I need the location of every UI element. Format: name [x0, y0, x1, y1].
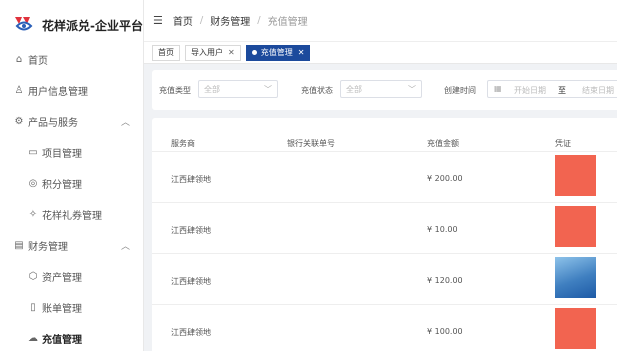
tab-label: 导入用户	[191, 48, 223, 57]
logo-icon	[15, 17, 33, 31]
sidebar-item-label: 项目管理	[42, 148, 82, 160]
chevron-up-icon: ︿	[120, 117, 130, 128]
recharge-icon: ☁	[28, 332, 38, 344]
amount-cell: ¥ 120.00	[427, 276, 463, 285]
sidebar-item-finance[interactable]: ▤ 财务管理 ︿	[0, 231, 144, 259]
breadcrumb-separator: /	[199, 15, 204, 26]
sidebar: 花样派兑-企业平台 ⌂ 首页 ♙ 用户信息管理 ⚙ 产品与服务 ︿ ▭ 项目管理…	[0, 0, 144, 351]
tab-import-users[interactable]: 导入用户 ✕	[185, 44, 241, 61]
end-date-input[interactable]: 结束日期	[582, 85, 614, 96]
breadcrumb-separator: /	[257, 15, 261, 26]
sidebar-item-points[interactable]: ◎ 积分管理	[0, 169, 144, 197]
recharge-status-label: 充值状态	[301, 86, 333, 95]
recharge-status-select[interactable]: 全部 ﹀	[340, 80, 422, 98]
sidebar-item-products[interactable]: ⚙ 产品与服务 ︿	[0, 107, 144, 135]
provider-cell: 江西肆领地	[171, 328, 211, 337]
amount-cell: ¥ 100.00	[427, 327, 463, 336]
breadcrumb-home[interactable]: 首页	[173, 13, 193, 28]
sidebar-item-user-info[interactable]: ♙ 用户信息管理	[0, 76, 144, 104]
sidebar-item-coupons[interactable]: ✧ 花样礼券管理	[0, 200, 144, 228]
provider-cell: 江西肆领地	[171, 277, 211, 286]
sidebar-item-label: 花样礼券管理	[42, 210, 102, 222]
tab-bar: 首页 导入用户 ✕ 充值管理 ✕	[144, 42, 617, 64]
voucher-image[interactable]	[555, 155, 596, 196]
menu-fold-icon[interactable]: ☰	[153, 14, 163, 27]
created-time-label: 创建时间	[444, 86, 476, 95]
tab-home[interactable]: 首页	[152, 44, 180, 61]
recharge-table: 服务商 银行关联单号 充值金额 凭证 江西肆领地 ¥ 200.00 江西肆领地 …	[152, 118, 617, 351]
sidebar-item-label: 积分管理	[42, 179, 82, 191]
bill-icon: ▯	[30, 301, 36, 313]
app-logo: 花样派兑-企业平台	[0, 0, 143, 50]
sidebar-item-label: 用户信息管理	[28, 86, 88, 98]
sidebar-item-home[interactable]: ⌂ 首页	[0, 45, 144, 73]
chevron-down-icon: ﹀	[408, 84, 416, 94]
amount-cell: ¥ 200.00	[427, 174, 463, 183]
sidebar-item-label: 产品与服务	[28, 117, 78, 129]
recharge-type-value: 全部	[204, 84, 220, 94]
user-icon: ♙	[14, 84, 24, 96]
provider-cell: 江西肆领地	[171, 226, 211, 235]
sidebar-item-assets[interactable]: ⬡ 资产管理	[0, 262, 144, 290]
sidebar-item-label: 财务管理	[28, 241, 68, 253]
recharge-type-select[interactable]: 全部 ﹀	[198, 80, 278, 98]
row-divider	[152, 202, 617, 203]
app-title: 花样派兑-企业平台	[42, 18, 143, 33]
start-date-input[interactable]: 开始日期	[514, 85, 546, 96]
coin-icon: ◎	[28, 177, 38, 189]
sidebar-item-recharge[interactable]: ☁ 充值管理	[0, 324, 144, 351]
top-header: ☰ 首页 / 财务管理 / 充值管理	[144, 0, 617, 42]
voucher-image[interactable]	[555, 308, 596, 349]
close-icon[interactable]: ✕	[298, 48, 305, 57]
sidebar-item-label: 账单管理	[42, 303, 82, 315]
breadcrumb-current: 充值管理	[267, 17, 308, 28]
sidebar-item-label: 资产管理	[42, 272, 82, 284]
active-dot-icon	[251, 50, 257, 55]
column-header-amount: 充值金额	[427, 139, 459, 148]
recharge-status-value: 全部	[346, 84, 362, 94]
breadcrumb: 首页 / 财务管理 / 充值管理	[173, 13, 308, 28]
gear-icon: ⚙	[14, 115, 24, 127]
voucher-image[interactable]	[555, 257, 596, 298]
chevron-up-icon: ︿	[120, 241, 130, 252]
amount-cell: ¥ 10.00	[427, 225, 458, 234]
column-header-voucher: 凭证	[555, 139, 571, 148]
finance-icon: ▤	[14, 239, 24, 251]
home-icon: ⌂	[15, 53, 23, 65]
sidebar-item-label: 充值管理	[42, 334, 82, 346]
row-divider	[152, 304, 617, 305]
row-divider	[152, 253, 617, 254]
sidebar-item-projects[interactable]: ▭ 项目管理	[0, 138, 144, 166]
ticket-icon: ✧	[28, 208, 38, 220]
voucher-image[interactable]	[555, 206, 596, 247]
calendar-icon: ▦	[494, 84, 502, 93]
filter-bar: 充值类型 全部 ﹀ 充值状态 全部 ﹀ 创建时间 ▦ 开始日期 至 结束日期	[152, 70, 617, 110]
tab-label: 充值管理	[260, 48, 293, 57]
breadcrumb-finance[interactable]: 财务管理	[210, 13, 250, 28]
tab-recharge[interactable]: 充值管理 ✕	[245, 44, 311, 61]
provider-cell: 江西肆领地	[171, 175, 211, 184]
tab-label: 首页	[158, 48, 174, 57]
column-header-bank-ref: 银行关联单号	[287, 139, 335, 148]
sidebar-item-label: 首页	[28, 55, 48, 67]
sidebar-item-bills[interactable]: ▯ 账单管理	[0, 293, 144, 321]
header-divider	[152, 151, 617, 152]
recharge-type-label: 充值类型	[159, 86, 191, 95]
chevron-down-icon: ﹀	[264, 84, 272, 94]
column-header-provider: 服务商	[171, 139, 195, 148]
close-icon[interactable]: ✕	[228, 48, 235, 57]
asset-icon: ⬡	[28, 270, 38, 282]
range-separator: 至	[558, 86, 566, 95]
date-range-picker[interactable]: ▦ 开始日期 至 结束日期	[487, 80, 617, 98]
folder-icon: ▭	[28, 146, 38, 158]
